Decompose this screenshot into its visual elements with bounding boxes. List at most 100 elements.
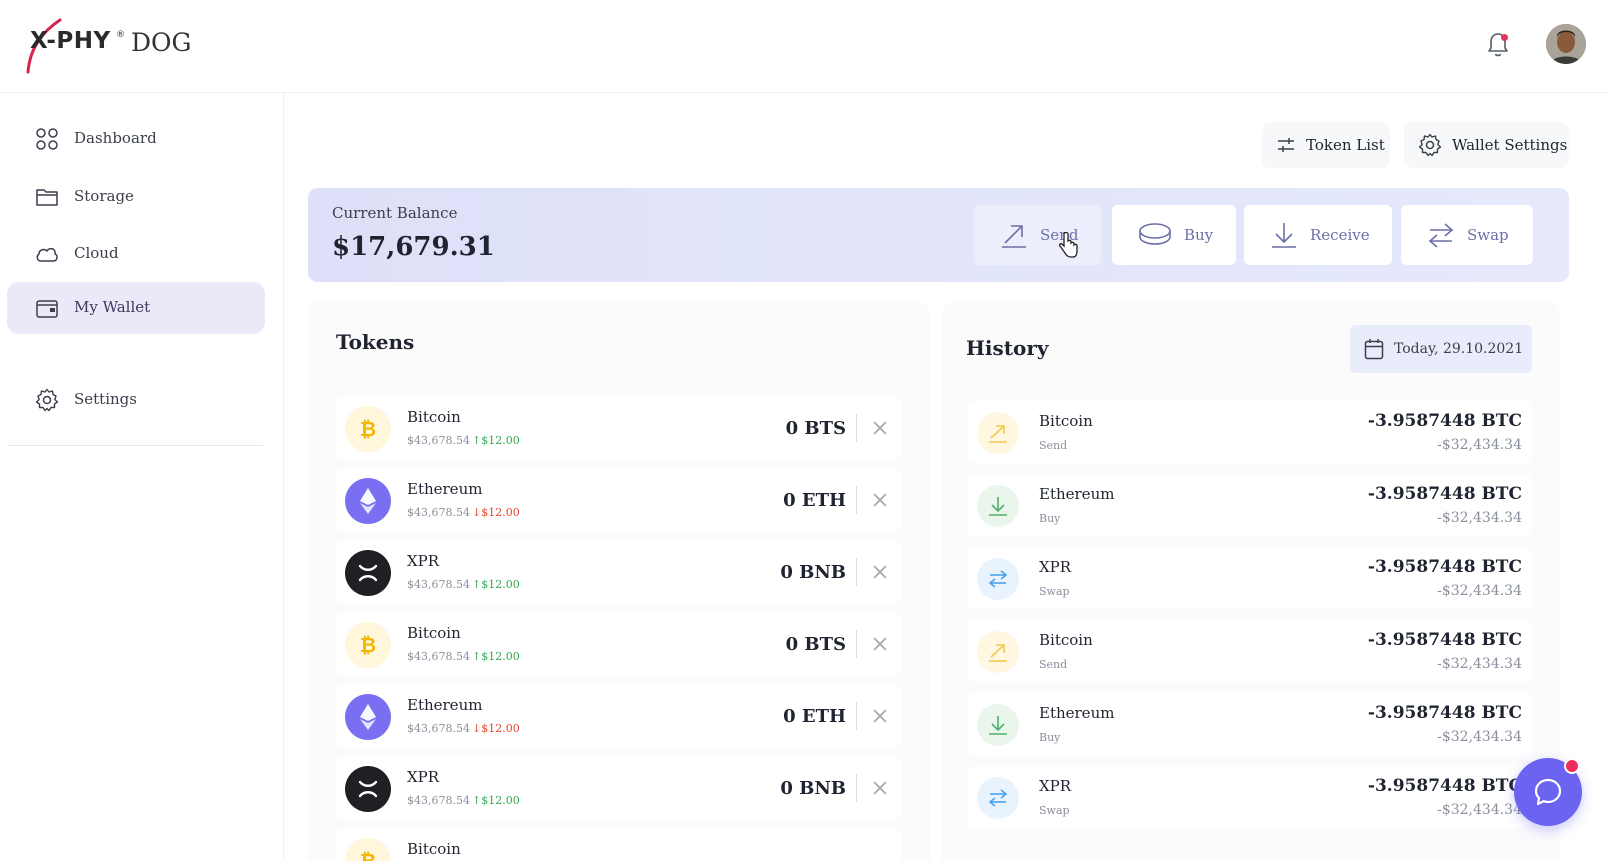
token-name: XPR: [407, 768, 440, 786]
history-row[interactable]: Bitcoin Send -3.9587448 BTC -$32,434.34: [967, 620, 1532, 682]
history-name: XPR: [1039, 777, 1072, 795]
history-row[interactable]: Ethereum Buy -3.9587448 BTC -$32,434.34: [967, 474, 1532, 536]
sidebar-item-storage[interactable]: Storage: [7, 171, 265, 223]
token-name: XPR: [407, 552, 440, 570]
send-button[interactable]: Send: [974, 205, 1101, 265]
swap-badge: [977, 558, 1019, 600]
xpr-coin-badge: [345, 766, 391, 812]
swap-arrows-icon: [1428, 223, 1454, 248]
history-row[interactable]: Ethereum Buy -3.9587448 BTC -$32,434.34: [967, 693, 1532, 755]
close-icon[interactable]: [870, 706, 890, 726]
token-price: $43,678.54: [407, 794, 470, 807]
ethereum-icon: [360, 488, 376, 514]
token-row[interactable]: ₿ Bitcoin $43,678.54 ↑$12.00 0 BTS: [335, 613, 902, 675]
token-row[interactable]: XPR $43,678.54 ↑$12.00 0 BNB: [335, 757, 902, 819]
close-icon[interactable]: [870, 562, 890, 582]
folder-icon: [36, 189, 58, 206]
ethereum-icon: [360, 704, 376, 730]
history-amount: -3.9587448 BTC: [1367, 703, 1522, 723]
history-title: History: [966, 336, 1049, 360]
history-row[interactable]: XPR Swap -3.9587448 BTC -$32,434.34: [967, 766, 1532, 828]
history-type: Swap: [1039, 585, 1070, 598]
notifications-button[interactable]: [1486, 31, 1510, 59]
token-name: Ethereum: [407, 480, 483, 498]
brand-name: X-PHY: [30, 28, 111, 54]
ethereum-coin-badge: [345, 478, 391, 524]
history-usd: -$32,434.34: [1437, 729, 1522, 745]
sidebar-divider: [7, 445, 263, 446]
xpr-coin-badge: [345, 550, 391, 596]
token-name: Ethereum: [407, 696, 483, 714]
send-arrow-icon: [989, 425, 1007, 443]
history-name: Ethereum: [1039, 704, 1115, 722]
token-row[interactable]: Ethereum $43,678.54 ↓$12.00 0 ETH: [335, 469, 902, 531]
chat-support-button[interactable]: [1514, 758, 1582, 826]
history-name: XPR: [1039, 558, 1072, 576]
sidebar-item-settings[interactable]: Settings: [7, 374, 265, 426]
bitcoin-icon: ₿: [360, 849, 376, 861]
close-icon[interactable]: [870, 778, 890, 798]
history-amount: -3.9587448 BTC: [1367, 776, 1522, 796]
svg-text:₿: ₿: [360, 417, 376, 441]
row-separator: [856, 414, 857, 442]
cloud-icon: [36, 247, 58, 262]
token-price: $43,678.54: [407, 434, 470, 447]
buy-button[interactable]: Buy: [1112, 205, 1236, 265]
row-separator: [856, 702, 857, 730]
buy-label: Buy: [1184, 226, 1214, 244]
token-row[interactable]: XPR $43,678.54 ↑$12.00 0 BNB: [335, 541, 902, 603]
brand-logo[interactable]: X-PHY ® DOG: [24, 18, 204, 74]
history-usd: -$32,434.34: [1437, 802, 1522, 818]
wallet-settings-button[interactable]: Wallet Settings: [1404, 122, 1569, 168]
token-price: $43,678.54: [407, 722, 470, 735]
date-picker-button[interactable]: Today, 29.10.2021: [1350, 325, 1532, 373]
history-usd: -$32,434.34: [1437, 656, 1522, 672]
token-price: $43,678.54: [407, 578, 470, 591]
close-icon[interactable]: [870, 490, 890, 510]
token-row[interactable]: ₿ Bitcoin $43,678.54 ↑$12.00 0 BTS: [335, 397, 902, 459]
swap-arrows-icon: [988, 789, 1008, 807]
send-arrow-icon: [1002, 225, 1026, 248]
bitcoin-icon: ₿: [360, 633, 376, 657]
send-arrow-icon: [989, 644, 1007, 662]
swap-arrows-icon: [988, 570, 1008, 588]
tokens-panel: Tokens ₿ Bitcoin $43,678.54 ↑$12.00 0 BTS Eth…: [308, 302, 930, 861]
history-usd: -$32,434.34: [1437, 583, 1522, 599]
history-type: Buy: [1039, 731, 1061, 744]
token-change: ↑$12.00: [472, 650, 520, 663]
sidebar-item-my-wallet[interactable]: My Wallet: [7, 282, 265, 334]
download-arrow-icon: [1272, 223, 1296, 248]
sidebar-item-cloud[interactable]: Cloud: [7, 228, 265, 280]
avatar-image: [1546, 24, 1586, 64]
token-change: ↓$12.00: [472, 506, 520, 519]
close-icon[interactable]: [870, 634, 890, 654]
token-row[interactable]: ₿ Bitcoin: [335, 829, 902, 861]
download-arrow-icon: [989, 716, 1007, 735]
swap-button[interactable]: Swap: [1401, 205, 1533, 265]
history-row[interactable]: XPR Swap -3.9587448 BTC -$32,434.34: [967, 547, 1532, 609]
token-list-button[interactable]: Token List: [1262, 122, 1390, 168]
close-icon[interactable]: [870, 418, 890, 438]
bitcoin-coin-badge: ₿: [345, 622, 391, 668]
receive-button[interactable]: Receive: [1244, 205, 1392, 265]
sidebar-item-dashboard[interactable]: Dashboard: [7, 113, 265, 165]
chat-notification-dot: [1564, 758, 1580, 774]
download-arrow-icon: [989, 497, 1007, 516]
receive-label: Receive: [1310, 226, 1370, 244]
sidebar-item-label: Dashboard: [74, 129, 157, 147]
xpr-icon: [358, 564, 378, 582]
history-type: Send: [1039, 439, 1068, 452]
token-name: Bitcoin: [407, 840, 461, 858]
history-type: Send: [1039, 658, 1068, 671]
send-badge: [977, 631, 1019, 673]
history-row[interactable]: Bitcoin Send -3.9587448 BTC -$32,434.34: [967, 401, 1532, 463]
swap-label: Swap: [1467, 226, 1509, 244]
row-separator: [856, 486, 857, 514]
sidebar-item-label: Cloud: [74, 244, 119, 262]
user-avatar[interactable]: [1546, 24, 1586, 64]
grid-icon: [36, 128, 58, 150]
token-row[interactable]: Ethereum $43,678.54 ↓$12.00 0 ETH: [335, 685, 902, 747]
token-price: $43,678.54: [407, 650, 470, 663]
history-usd: -$32,434.34: [1437, 510, 1522, 526]
sidebar: Dashboard Storage Cloud My Wallet Settin…: [0, 93, 284, 861]
